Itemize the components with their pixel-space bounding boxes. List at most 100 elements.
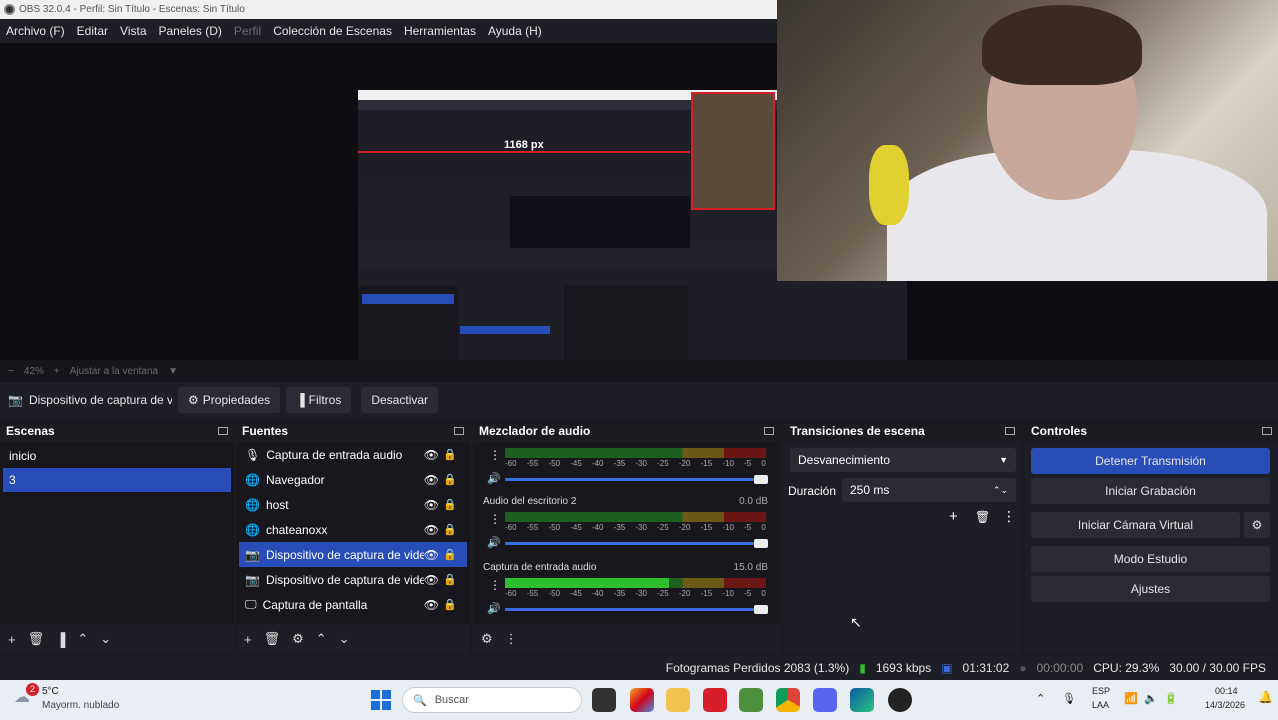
source-item[interactable]: 📷 Dispositivo de captura de video 👁 🔒 xyxy=(239,567,467,592)
lock-icon[interactable]: 🔒 xyxy=(443,473,457,486)
eye-icon[interactable]: 👁 xyxy=(424,548,439,562)
undock-icon[interactable] xyxy=(454,427,464,435)
show-hidden-icons[interactable]: ⌃ xyxy=(1036,692,1045,705)
start-recording-button[interactable]: Iniciar Grabación xyxy=(1031,478,1270,504)
clock-date[interactable]: 14/3/2026 xyxy=(1205,700,1245,710)
zoom-out-icon[interactable]: − xyxy=(8,366,14,377)
lock-icon[interactable]: 🔒 xyxy=(443,573,457,586)
scene-item-inicio[interactable]: inicio xyxy=(3,444,231,468)
volume-slider[interactable] xyxy=(505,475,768,484)
undock-icon[interactable] xyxy=(1262,427,1272,435)
copilot-icon[interactable] xyxy=(630,688,654,712)
taskbar-search[interactable]: 🔍 Buscar xyxy=(402,687,582,713)
notification-bell-icon[interactable]: 🔔 xyxy=(1258,690,1273,704)
lock-icon[interactable]: 🔒 xyxy=(443,548,457,561)
slider-knob[interactable] xyxy=(754,539,768,548)
language-line-2[interactable]: LAA xyxy=(1092,700,1109,710)
volume-slider[interactable] xyxy=(505,605,768,614)
battery-icon[interactable]: 🔋 xyxy=(1164,692,1178,705)
fit-window-label[interactable]: Ajustar a la ventana xyxy=(70,366,158,377)
lock-icon[interactable]: 🔒 xyxy=(443,498,457,511)
eye-icon[interactable]: 👁 xyxy=(424,473,439,487)
menu-editar[interactable]: Editar xyxy=(71,24,114,38)
eye-icon[interactable]: 👁 xyxy=(424,598,439,612)
undock-icon[interactable] xyxy=(764,427,774,435)
source-item-selected[interactable]: 📷 Dispositivo de captura de video 👁 🔒 xyxy=(239,542,467,567)
trash-icon[interactable]: 🗑 xyxy=(264,631,281,647)
office-icon[interactable] xyxy=(703,688,727,712)
stepper-icon[interactable]: ⌃⌄ xyxy=(993,485,1008,496)
eye-icon[interactable]: 👁 xyxy=(424,448,439,462)
source-item[interactable]: 🌐 Navegador 👁 🔒 xyxy=(239,467,467,492)
chrome-icon[interactable] xyxy=(776,688,800,712)
more-icon[interactable]: ⋮ xyxy=(1002,508,1016,525)
add-icon[interactable]: + xyxy=(8,632,16,647)
menu-coleccion[interactable]: Colección de Escenas xyxy=(267,24,398,38)
properties-button[interactable]: ⚙ Propiedades xyxy=(178,387,281,413)
mic-tray-icon[interactable]: 🎙 xyxy=(1062,692,1076,705)
undock-icon[interactable] xyxy=(1005,427,1015,435)
more-icon[interactable]: ⋮ xyxy=(489,448,501,462)
advanced-audio-icon[interactable]: ⚙ xyxy=(481,631,493,647)
gear-icon[interactable]: ⚙ xyxy=(292,631,304,647)
source-item[interactable]: 🌐 chateanoxx 👁 🔒 xyxy=(239,517,467,542)
move-up-icon[interactable]: ⌃ xyxy=(316,631,327,647)
settings-button[interactable]: Ajustes xyxy=(1031,576,1270,602)
lock-icon[interactable]: 🔒 xyxy=(443,448,457,461)
eye-icon[interactable]: 👁 xyxy=(424,498,439,512)
deactivate-button[interactable]: Desactivar xyxy=(361,387,439,413)
menu-archivo[interactable]: Archivo (F) xyxy=(0,24,71,38)
weather-icon[interactable]: ☁ 2 xyxy=(14,683,39,709)
selected-source-bounds[interactable] xyxy=(691,92,775,210)
volume-slider[interactable] xyxy=(505,539,768,548)
filter-icon[interactable]: ▐ xyxy=(56,632,65,647)
filters-button[interactable]: ▐ Filtros xyxy=(286,387,352,413)
language-line-1[interactable]: ESP xyxy=(1092,686,1110,696)
chevron-down-icon[interactable]: ▼ xyxy=(168,366,178,377)
lock-icon[interactable]: 🔒 xyxy=(443,598,457,611)
stop-streaming-button[interactable]: Detener Transmisión xyxy=(1031,448,1270,474)
zoom-in-icon[interactable]: + xyxy=(54,366,60,377)
trash-icon[interactable]: 🗑 xyxy=(975,510,990,524)
menu-perfil[interactable]: Perfil xyxy=(228,24,267,38)
obs-taskbar-icon[interactable] xyxy=(888,688,912,712)
more-icon[interactable]: ⋮ xyxy=(505,631,518,647)
task-view-icon[interactable] xyxy=(592,688,616,712)
eye-icon[interactable]: 👁 xyxy=(424,573,439,587)
menu-vista[interactable]: Vista xyxy=(114,24,152,38)
edge-icon[interactable] xyxy=(850,688,874,712)
more-icon[interactable]: ⋮ xyxy=(489,578,501,592)
file-explorer-icon[interactable] xyxy=(666,688,690,712)
menu-herramientas[interactable]: Herramientas xyxy=(398,24,482,38)
menu-paneles[interactable]: Paneles (D) xyxy=(153,24,228,38)
more-icon[interactable]: ⋮ xyxy=(489,512,501,526)
move-up-icon[interactable]: ⌃ xyxy=(77,631,88,647)
undock-icon[interactable] xyxy=(218,427,228,435)
clock-time[interactable]: 00:14 xyxy=(1215,686,1238,696)
slider-knob[interactable] xyxy=(754,605,768,614)
virtual-camera-settings-button[interactable]: ⚙ xyxy=(1244,512,1270,538)
wifi-icon[interactable]: 📶 xyxy=(1124,692,1138,705)
source-item[interactable]: 🖵 Captura de pantalla 👁 🔒 xyxy=(239,592,467,617)
studio-mode-button[interactable]: Modo Estudio xyxy=(1031,546,1270,572)
add-icon[interactable]: + xyxy=(949,508,958,525)
move-down-icon[interactable]: ⌄ xyxy=(100,631,111,647)
lock-icon[interactable]: 🔒 xyxy=(443,523,457,536)
source-item[interactable]: 🌐 host 👁 🔒 xyxy=(239,492,467,517)
minecraft-icon[interactable] xyxy=(739,688,763,712)
volume-icon[interactable]: 🔈 xyxy=(1144,692,1158,705)
menu-ayuda[interactable]: Ayuda (H) xyxy=(482,24,548,38)
slider-knob[interactable] xyxy=(754,475,768,484)
trash-icon[interactable]: 🗑 xyxy=(28,631,45,647)
transition-select[interactable]: Desvanecimiento ▼ xyxy=(790,448,1016,472)
windows-start-icon[interactable] xyxy=(371,690,391,710)
duration-input[interactable]: 250 ms ⌃⌄ xyxy=(842,478,1016,502)
start-virtual-camera-button[interactable]: Iniciar Cámara Virtual xyxy=(1031,512,1240,538)
move-down-icon[interactable]: ⌄ xyxy=(339,631,350,647)
scene-item-3[interactable]: 3 xyxy=(3,468,231,492)
add-icon[interactable]: + xyxy=(244,632,252,647)
eye-icon[interactable]: 👁 xyxy=(424,523,439,537)
source-item[interactable]: 🎙 Captura de entrada audio 👁 🔒 xyxy=(239,442,467,467)
speaker-icon[interactable]: 🔊 xyxy=(487,602,501,615)
discord-icon[interactable] xyxy=(813,688,837,712)
